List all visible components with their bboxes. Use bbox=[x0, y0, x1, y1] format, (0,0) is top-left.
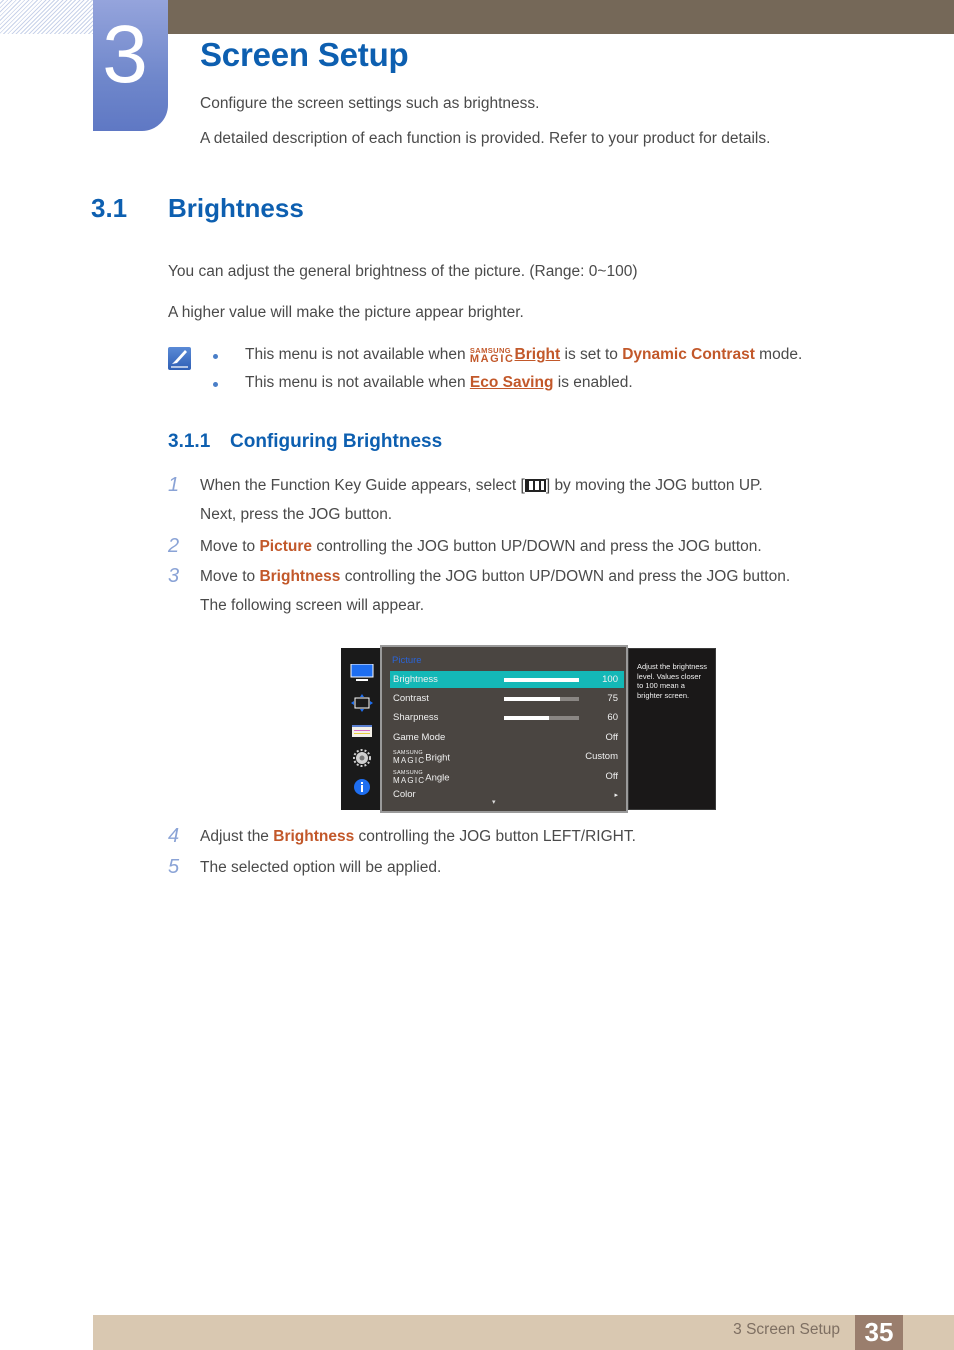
osd-picture-menu: Picture Brightness 100 Contrast 75 Sharp… bbox=[380, 645, 628, 813]
chapter-tab: 3 bbox=[93, 0, 168, 131]
note-item-2: This menu is not available when Eco Savi… bbox=[245, 374, 633, 392]
step-number: 1 bbox=[168, 474, 180, 496]
note-text: This menu is not available when bbox=[245, 346, 470, 363]
osd-row-brightness[interactable]: Brightness 100 bbox=[390, 671, 624, 688]
osd-menu-title: Picture bbox=[392, 655, 422, 666]
step-3: Move to Brightness controlling the JOG b… bbox=[200, 568, 791, 585]
step-number: 4 bbox=[168, 825, 180, 847]
step-number: 2 bbox=[168, 535, 180, 557]
picture-highlight: Picture bbox=[259, 538, 313, 555]
note-text: is set to bbox=[560, 346, 623, 363]
decorative-hatch bbox=[0, 0, 93, 34]
chevron-right-icon: ▸ bbox=[614, 792, 618, 799]
brightness-highlight: Brightness bbox=[273, 828, 355, 845]
brightness-highlight: Brightness bbox=[259, 568, 341, 585]
samsung-magic-logo: SAMSUNG MAGIC bbox=[469, 345, 515, 365]
note-pencil-icon bbox=[168, 347, 191, 370]
osd-row-game-mode[interactable]: Game Mode Off bbox=[390, 729, 624, 746]
gear-icon bbox=[350, 749, 374, 767]
osd-help-text: Adjust the brightness level. Values clos… bbox=[628, 648, 716, 810]
osd-row-sharpness[interactable]: Sharpness 60 bbox=[390, 709, 624, 726]
step-3-line-2: The following screen will appear. bbox=[200, 597, 425, 614]
section-title: Brightness bbox=[168, 193, 304, 223]
chapter-number: 3 bbox=[102, 9, 148, 100]
footer-section-label: 3 Screen Setup bbox=[733, 1321, 840, 1338]
osd-row-color[interactable]: Color ▸ bbox=[390, 786, 624, 803]
subsection-number: 3.1.1 bbox=[168, 431, 211, 452]
menu-grid-icon bbox=[524, 479, 546, 492]
step-4: Adjust the Brightness controlling the JO… bbox=[200, 828, 636, 845]
section-number: 3.1 bbox=[91, 193, 128, 223]
chapter-title: Screen Setup bbox=[200, 36, 409, 73]
chapter-intro-2: A detailed description of each function … bbox=[200, 130, 771, 147]
brightness-slider[interactable] bbox=[504, 678, 579, 682]
page-number: 35 bbox=[855, 1315, 903, 1350]
color-bars-icon bbox=[350, 722, 374, 740]
note-text: This menu is not available when bbox=[245, 374, 470, 391]
bullet bbox=[213, 354, 218, 359]
resize-arrows-icon bbox=[350, 694, 374, 712]
magic-bright-link[interactable]: Bright bbox=[515, 346, 561, 363]
eco-saving-link[interactable]: Eco Saving bbox=[470, 374, 554, 391]
step-5: The selected option will be applied. bbox=[200, 859, 442, 876]
note-item-1: This menu is not available when SAMSUNG M… bbox=[245, 346, 802, 365]
subsection-title: Configuring Brightness bbox=[230, 431, 443, 452]
osd-row-magic-angle[interactable]: SAMSUNG MAGIC Angle Off bbox=[390, 768, 624, 785]
monitor-icon bbox=[350, 663, 374, 682]
dynamic-contrast-highlight: Dynamic Contrast bbox=[622, 346, 755, 363]
note-text: mode. bbox=[754, 346, 803, 363]
sharpness-slider[interactable] bbox=[504, 716, 579, 720]
osd-row-magic-bright[interactable]: SAMSUNG MAGIC Bright Custom bbox=[390, 748, 624, 765]
osd-row-contrast[interactable]: Contrast 75 bbox=[390, 690, 624, 707]
step-1-line-2: Next, press the JOG button. bbox=[200, 506, 393, 523]
section-paragraph-1: You can adjust the general brightness of… bbox=[168, 263, 638, 280]
osd-side-menu bbox=[341, 648, 381, 810]
info-icon bbox=[350, 778, 374, 796]
step-number: 3 bbox=[168, 565, 180, 587]
page-footer: 3 Screen Setup 35 bbox=[93, 1315, 954, 1350]
step-2: Move to Picture controlling the JOG butt… bbox=[200, 538, 762, 555]
contrast-slider[interactable] bbox=[504, 697, 579, 701]
section-paragraph-2: A higher value will make the picture app… bbox=[168, 304, 524, 321]
chapter-intro-1: Configure the screen settings such as br… bbox=[200, 95, 540, 112]
header-bar bbox=[168, 0, 954, 34]
bullet bbox=[213, 382, 218, 387]
scroll-down-icon[interactable]: ▾ bbox=[492, 798, 496, 806]
step-1: When the Function Key Guide appears, sel… bbox=[200, 477, 763, 494]
step-number: 5 bbox=[168, 856, 180, 878]
note-text: is enabled. bbox=[553, 374, 633, 391]
